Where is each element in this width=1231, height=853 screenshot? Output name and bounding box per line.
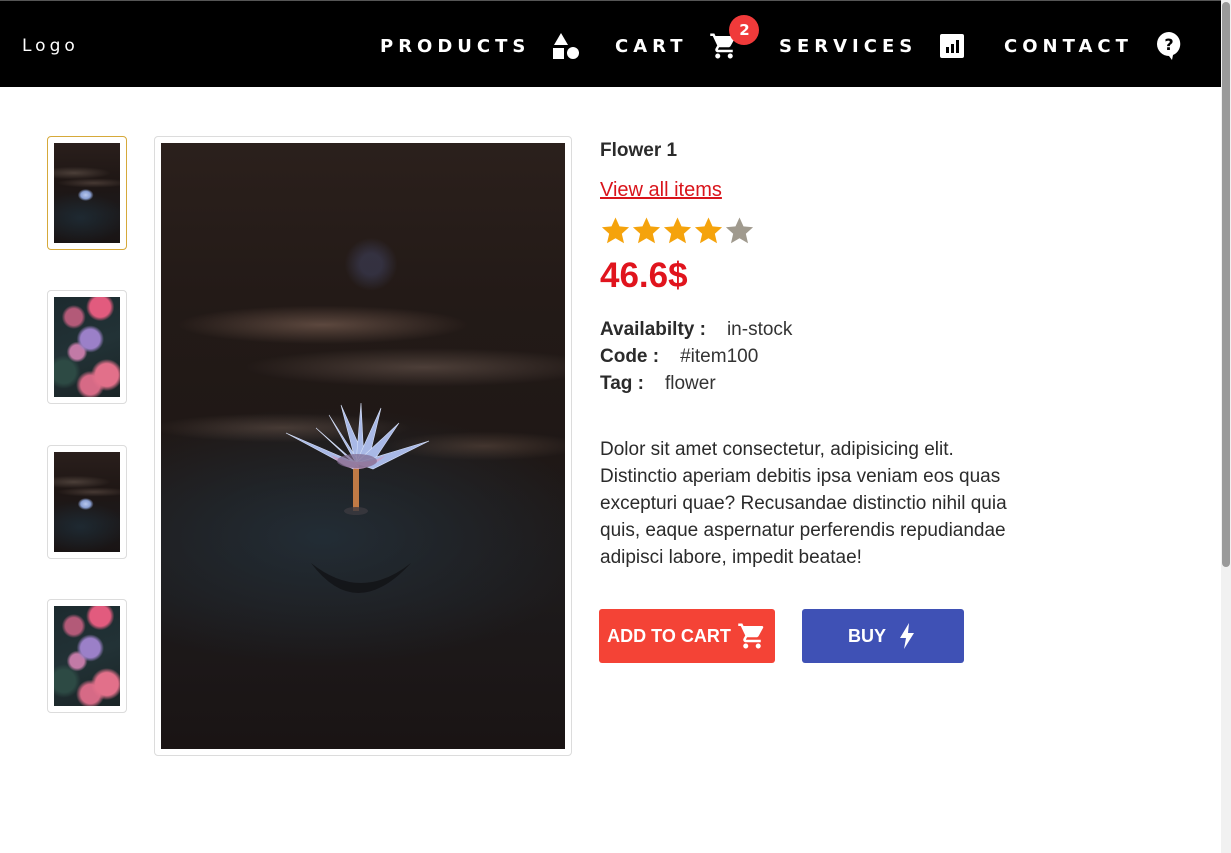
nav-item-products[interactable]: PRODUCTS [380, 31, 580, 61]
availability-row: Availabilty : in-stock [600, 316, 792, 343]
thumbnail-3[interactable] [47, 445, 127, 559]
thumbnail-4[interactable] [47, 599, 127, 713]
cart-icon: 2 [709, 15, 760, 61]
code-row: Code : #item100 [600, 343, 792, 370]
availability-label: Availabilty : [600, 319, 706, 340]
thumbnail-1[interactable] [47, 136, 127, 250]
logo[interactable]: Logo [22, 36, 79, 56]
tag-value: flower [664, 373, 716, 394]
cart-icon [738, 623, 764, 649]
add-to-cart-label: ADD TO CART [607, 625, 731, 646]
availability-value: in-stock [726, 319, 793, 340]
nav-label-products: PRODUCTS [380, 35, 531, 57]
nav-label-contact: CONTACT [1004, 35, 1133, 57]
product-meta: Availabilty : in-stock Code : #item100 T… [600, 316, 792, 397]
code-value: #item100 [680, 346, 759, 367]
star-empty-icon [725, 217, 754, 244]
thumbnail-image-lotus [54, 452, 120, 552]
product-title: Flower 1 [600, 140, 678, 161]
code-label: Code : [600, 346, 660, 367]
nav-item-services[interactable]: SERVICES [779, 31, 965, 61]
chart-icon [939, 33, 965, 59]
lightning-icon [900, 623, 914, 649]
cart-count-badge: 2 [729, 15, 760, 45]
nav-label-services: SERVICES [779, 35, 918, 57]
view-all-items-link[interactable]: View all items [600, 179, 722, 202]
main-product-image-frame [154, 136, 572, 756]
scrollbar-thumb[interactable] [1222, 2, 1230, 567]
star-filled-icon [663, 217, 692, 244]
buy-label: BUY [847, 625, 886, 646]
nav-item-contact[interactable]: CONTACT ? [1004, 31, 1183, 61]
add-to-cart-button[interactable]: ADD TO CART [599, 609, 775, 663]
star-filled-icon [694, 217, 723, 244]
thumbnail-image-pink-flowers [54, 297, 120, 397]
product-description: Dolor sit amet consectetur, adipisicing … [600, 439, 1007, 568]
buy-button[interactable]: BUY [802, 609, 964, 663]
star-filled-icon [632, 217, 661, 244]
nav-label-cart: CART [615, 35, 688, 57]
rating-stars [600, 214, 755, 248]
navbar: Logo PRODUCTS CART 2 SERVICES CONTACT ? [0, 0, 1221, 87]
thumbnail-2[interactable] [47, 290, 127, 404]
thumbnail-image-pink-flowers [54, 606, 120, 706]
main-product-image [161, 143, 565, 749]
help-icon: ? [1155, 31, 1183, 61]
tag-row: Tag : flower [600, 370, 792, 397]
tag-label: Tag : [600, 373, 644, 394]
scrollbar-track[interactable] [1221, 0, 1231, 853]
star-filled-icon [601, 217, 630, 244]
shapes-icon [552, 32, 580, 60]
svg-text:?: ? [1164, 35, 1173, 54]
lotus-flower-illustration [285, 402, 430, 593]
product-price: 46.6$ [600, 256, 688, 295]
nav-item-cart[interactable]: CART 2 [615, 15, 760, 61]
thumbnail-image-lotus [54, 143, 120, 243]
